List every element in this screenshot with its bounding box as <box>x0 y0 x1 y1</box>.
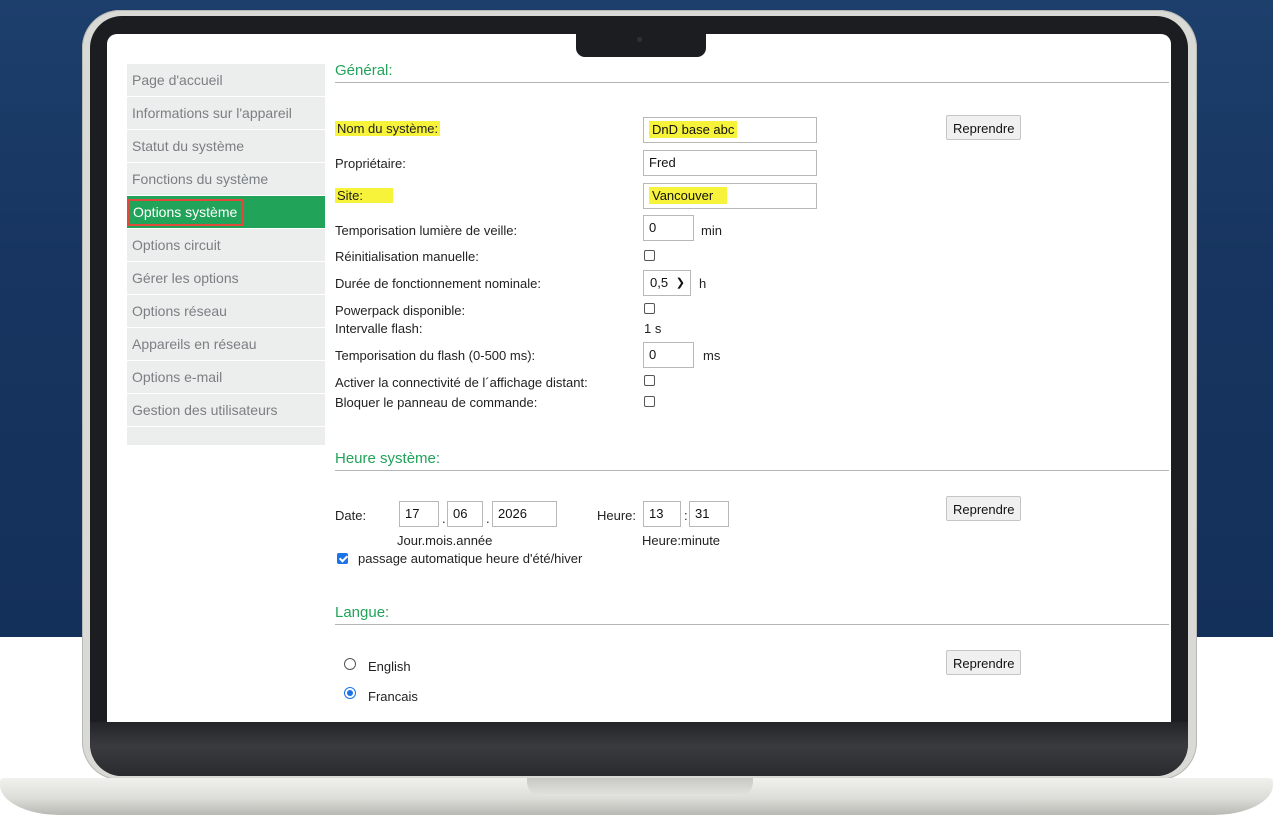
system-name-label: Nom du système: <box>335 121 441 136</box>
sidebar-item-email-options[interactable]: Options e-mail <box>127 361 325 394</box>
time-separator: : <box>684 508 688 523</box>
date-day-field[interactable]: 17 <box>399 501 439 527</box>
duration-unit: h <box>699 276 707 291</box>
lock-panel-checkbox[interactable] <box>644 396 655 407</box>
flash-delay-unit: ms <box>703 348 721 363</box>
sidebar-item-label: Options système <box>127 199 244 226</box>
time-reprendre-button[interactable]: Reprendre <box>946 496 1021 521</box>
section-title-system-time: Heure système: <box>335 450 1169 471</box>
flash-delay-field[interactable]: 0 <box>643 342 694 368</box>
sidebar-item-user-management[interactable]: Gestion des utilisateurs <box>127 394 325 427</box>
sidebar-item-network-options[interactable]: Options réseau <box>127 295 325 328</box>
sidebar-filler <box>127 427 325 445</box>
system-name-field[interactable]: DnD base abc <box>643 117 817 143</box>
site-value: Vancouver <box>649 187 728 204</box>
owner-field[interactable]: Fred <box>643 150 817 176</box>
owner-label: Propriétaire: <box>335 156 406 171</box>
sidebar-item-circuit-options[interactable]: Options circuit <box>127 229 325 262</box>
site-label-text: Site: <box>335 188 394 203</box>
remote-display-label: Activer la connectivité de l´affichage d… <box>335 375 588 390</box>
sidebar-item-system-status[interactable]: Statut du système <box>127 130 325 163</box>
section-title-general: Général: <box>335 62 1169 83</box>
duration-label: Durée de fonctionnement nominale: <box>335 276 541 291</box>
time-hour-field[interactable]: 13 <box>643 501 681 527</box>
chevron-down-icon: ❯ <box>675 277 685 289</box>
camera-notch <box>576 30 706 57</box>
screen: Page d'accueil Informations sur l'appare… <box>107 34 1171 722</box>
remote-display-checkbox[interactable] <box>644 375 655 386</box>
english-label: English <box>368 659 411 674</box>
powerpack-checkbox[interactable] <box>644 303 655 314</box>
flash-interval-value: 1 s <box>644 321 662 336</box>
system-name-value: DnD base abc <box>649 121 738 138</box>
general-reprendre-button[interactable]: Reprendre <box>946 115 1021 140</box>
dst-checkbox[interactable] <box>337 553 348 564</box>
sidebar-item-network-devices[interactable]: Appareils en réseau <box>127 328 325 361</box>
site-label: Site: <box>335 188 394 203</box>
date-separator: . <box>442 511 446 526</box>
standby-label: Temporisation lumière de veille: <box>335 223 518 238</box>
sidebar-item-system-options[interactable]: Options système <box>127 196 325 229</box>
time-hint: Heure:minute <box>642 533 721 548</box>
sidebar-item-system-functions[interactable]: Fonctions du système <box>127 163 325 196</box>
date-hint: Jour.mois.année <box>397 533 493 548</box>
radio-english[interactable] <box>344 658 356 670</box>
time-minute-field[interactable]: 31 <box>689 501 729 527</box>
sidebar-item-manage-options[interactable]: Gérer les options <box>127 262 325 295</box>
date-label: Date: <box>335 508 367 523</box>
manual-reset-checkbox[interactable] <box>644 250 655 261</box>
laptop-chin <box>90 722 1188 776</box>
date-month-field[interactable]: 06 <box>447 501 483 527</box>
system-name-label-text: Nom du système: <box>335 121 441 136</box>
radio-francais[interactable] <box>344 687 356 699</box>
flash-interval-label: Intervalle flash: <box>335 321 423 336</box>
standby-unit: min <box>701 223 722 238</box>
lock-panel-label: Bloquer le panneau de commande: <box>335 395 538 410</box>
manual-reset-label: Réinitialisation manuelle: <box>335 249 479 264</box>
camera-icon <box>637 37 642 42</box>
dst-label: passage automatique heure d'été/hiver <box>358 551 583 566</box>
flash-delay-label: Temporisation du flash (0-500 ms): <box>335 348 536 363</box>
date-year-field[interactable]: 2026 <box>492 501 557 527</box>
time-label: Heure: <box>597 508 637 523</box>
sidebar-item-device-info[interactable]: Informations sur l'appareil <box>127 97 325 130</box>
laptop-groove <box>527 778 753 796</box>
sidebar-nav: Page d'accueil Informations sur l'appare… <box>127 64 325 445</box>
site-field[interactable]: Vancouver <box>643 183 817 209</box>
duration-value: 0,5 <box>650 275 669 290</box>
standby-field[interactable]: 0 <box>643 215 694 241</box>
sidebar-item-home[interactable]: Page d'accueil <box>127 64 325 97</box>
powerpack-label: Powerpack disponible: <box>335 303 466 318</box>
duration-select[interactable]: 0,5 ❯ <box>643 270 691 296</box>
language-reprendre-button[interactable]: Reprendre <box>946 650 1021 675</box>
date-separator: . <box>486 511 490 526</box>
francais-label: Francais <box>368 689 418 704</box>
section-title-language: Langue: <box>335 604 1169 625</box>
